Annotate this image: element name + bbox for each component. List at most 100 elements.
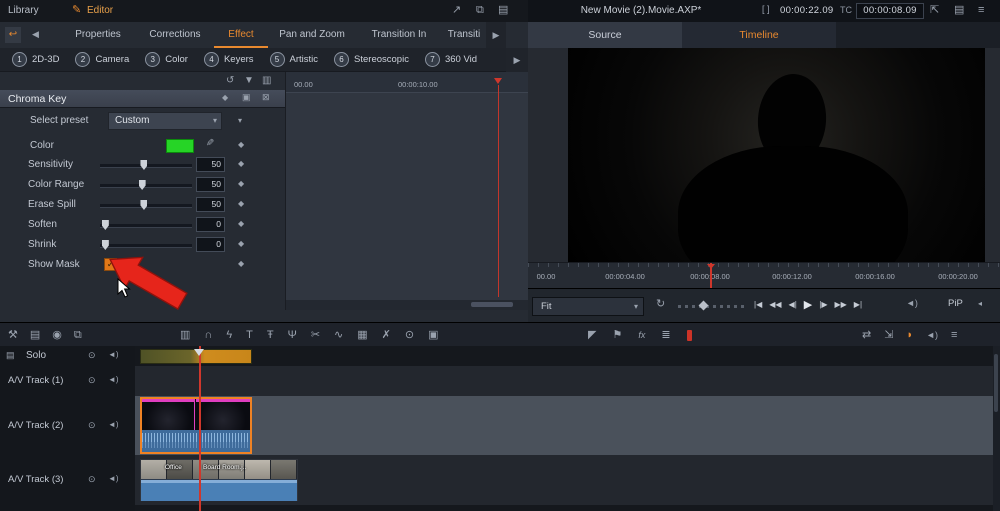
delete-icon[interactable]: ✗ — [382, 329, 391, 341]
slider-handle[interactable] — [140, 200, 148, 210]
shrink-value[interactable]: 0 — [196, 237, 225, 252]
keyframe-toggle-icon[interactable]: ◆ — [238, 219, 244, 228]
eye-icon[interactable]: ⊙ — [88, 351, 96, 360]
mask-icon[interactable]: ⊙ — [405, 329, 414, 341]
scrollbar-thumb[interactable] — [994, 354, 998, 412]
sensitivity-slider[interactable] — [100, 160, 192, 170]
keyframe-toggle-icon[interactable]: ◆ — [238, 140, 244, 149]
record-icon[interactable]: ◉ — [52, 329, 62, 341]
background-video-clip[interactable]: Office Board Room.j.. — [140, 459, 298, 501]
eye-icon[interactable]: ⊙ — [88, 475, 96, 484]
category-camera[interactable]: 2 Camera — [75, 52, 129, 67]
duplicate-icon[interactable]: ⧉ — [74, 329, 82, 341]
save-icon[interactable]: ▼ — [244, 76, 254, 86]
tab-effect[interactable]: Effect — [214, 22, 268, 48]
eye-icon[interactable]: ⊙ — [88, 376, 96, 385]
tab-corrections[interactable]: Corrections — [136, 22, 214, 46]
marker-flag-icon[interactable]: ⚑ — [612, 329, 622, 341]
trim-mode-icon[interactable]: ◤ — [588, 329, 596, 341]
timecode-display[interactable]: 00:00:08.09 — [856, 3, 924, 19]
erase-spill-slider[interactable] — [100, 200, 192, 210]
selected-video-clip[interactable] — [140, 397, 252, 454]
save-as-icon[interactable]: ▥ — [262, 76, 271, 86]
tabs-scroll-right-icon[interactable]: ▶ — [486, 22, 506, 48]
keyframe-playhead-line[interactable] — [498, 85, 499, 297]
slider-handle[interactable] — [138, 180, 146, 190]
speaker-icon[interactable]: ◄) — [108, 376, 119, 384]
red-marker-indicator[interactable] — [686, 329, 692, 341]
category-artistic[interactable]: 5 Artistic — [269, 52, 318, 67]
keyframe-toggle-icon[interactable]: ◆ — [238, 159, 244, 168]
zoom-slider-handle[interactable] — [698, 300, 709, 311]
sensitivity-value[interactable]: 50 — [196, 157, 225, 172]
pip-arrow-icon[interactable]: ◂ — [978, 300, 982, 308]
nav-arrows-icon[interactable]: ⇄ — [862, 329, 871, 341]
preset-settings-icon[interactable]: ▾ — [238, 116, 242, 125]
undo-icon[interactable]: ↺ — [226, 76, 234, 86]
speaker-icon[interactable]: ◄) — [108, 475, 119, 483]
copy-icon[interactable]: ⧉ — [476, 5, 484, 16]
send-icon[interactable]: ↗ — [452, 5, 461, 16]
track-lane-av1[interactable] — [135, 366, 1000, 397]
track-header-av2[interactable]: A/V Track (2) ⊙ ◄) — [0, 396, 136, 456]
audio-mixer-icon[interactable]: ▥ — [180, 329, 190, 341]
subtitle-icon[interactable]: Ŧ — [267, 329, 274, 341]
fast-forward-button[interactable]: ▶▶ — [834, 295, 846, 315]
preview-playhead-line[interactable] — [710, 263, 712, 289]
track-header-solo[interactable]: ▤ Solo ⊙ ◄) — [0, 346, 136, 367]
category-2d-3d[interactable]: 1 2D-3D — [12, 52, 59, 67]
track-lane-av2-selected[interactable] — [135, 396, 1000, 456]
scorefitter-icon[interactable]: ∿ — [334, 329, 343, 341]
tab-transition-out[interactable]: Transiti — [442, 22, 486, 46]
speaker-icon[interactable]: ◄) — [108, 421, 119, 429]
play-button[interactable]: ▶ — [804, 295, 812, 315]
track-manager-icon[interactable]: ▤ — [30, 329, 40, 341]
soften-slider[interactable] — [100, 220, 192, 230]
marker-list-icon[interactable]: ≣ — [661, 329, 670, 341]
erase-spill-value[interactable]: 50 — [196, 197, 225, 212]
pip-button[interactable]: PiP — [948, 298, 963, 309]
keyframe-ruler[interactable]: 00.00 00:00:10.00 — [286, 72, 529, 93]
tab-source[interactable]: Source — [528, 22, 682, 48]
color-range-slider[interactable] — [100, 180, 192, 190]
voiceover-icon[interactable]: Ψ — [288, 329, 297, 341]
tab-timeline[interactable]: Timeline — [682, 22, 836, 48]
preset-dropdown[interactable]: Custom ▾ — [108, 112, 222, 130]
track-header-av1[interactable]: A/V Track (1) ⊙ ◄) — [0, 366, 136, 397]
navigator-lane[interactable] — [135, 346, 1000, 367]
tab-transition-in[interactable]: Transition In — [356, 22, 442, 46]
go-to-end-button[interactable]: ▶| — [854, 295, 862, 315]
keyframe-hscrollbar[interactable] — [286, 300, 529, 310]
expand-icon[interactable]: ⇲ — [884, 329, 893, 341]
tabs-scroll-left-icon[interactable]: ◀ — [32, 30, 39, 39]
toolbar-menu-icon[interactable]: ≡ — [951, 329, 957, 341]
slider-handle[interactable] — [101, 220, 109, 230]
timeline-scrub-marker[interactable] — [194, 349, 204, 356]
split-clip-icon[interactable]: ✂ — [311, 329, 320, 341]
snapshot-icon[interactable]: ▣ — [428, 329, 438, 341]
eye-icon[interactable]: ⊙ — [88, 421, 96, 430]
keyframe-toggle-icon[interactable]: ◆ — [238, 199, 244, 208]
preview-timeline-ruler[interactable]: 00.00 00:00:04.00 00:00:08.00 00:00:12.0… — [528, 262, 1000, 289]
video-preview[interactable] — [568, 48, 985, 262]
keyframe-toggle-icon[interactable]: ◆ — [238, 259, 244, 268]
loop-playback-icon[interactable]: ↻ — [656, 299, 665, 310]
step-back-button[interactable]: ◀| — [789, 295, 797, 315]
magnet-snap-icon[interactable]: ∩ — [204, 329, 212, 341]
magnetic-crescent-icon[interactable]: ◗ — [906, 329, 913, 341]
preview-icon[interactable]: ▣ — [242, 93, 251, 102]
tab-pan-and-zoom[interactable]: Pan and Zoom — [268, 22, 356, 46]
keyframe-toggle-icon[interactable]: ◆ — [238, 179, 244, 188]
timeline-vscrollbar[interactable] — [993, 346, 1000, 511]
categories-scroll-right-icon[interactable]: ▶ — [506, 48, 528, 72]
audio-ducking-icon[interactable]: ϟ — [226, 329, 232, 341]
title-icon[interactable]: T — [246, 329, 253, 341]
keyframes-icon[interactable]: ◆ — [222, 94, 228, 102]
panel-icon[interactable]: ▤ — [498, 5, 508, 16]
rewind-button[interactable]: ◀◀ — [769, 295, 781, 315]
key-color-swatch[interactable] — [166, 139, 194, 153]
tab-properties[interactable]: Properties — [60, 22, 136, 46]
menu-icon[interactable]: ≡ — [978, 5, 984, 16]
shrink-slider[interactable] — [100, 240, 192, 250]
category-stereoscopic[interactable]: 6 Stereoscopic — [334, 52, 409, 67]
